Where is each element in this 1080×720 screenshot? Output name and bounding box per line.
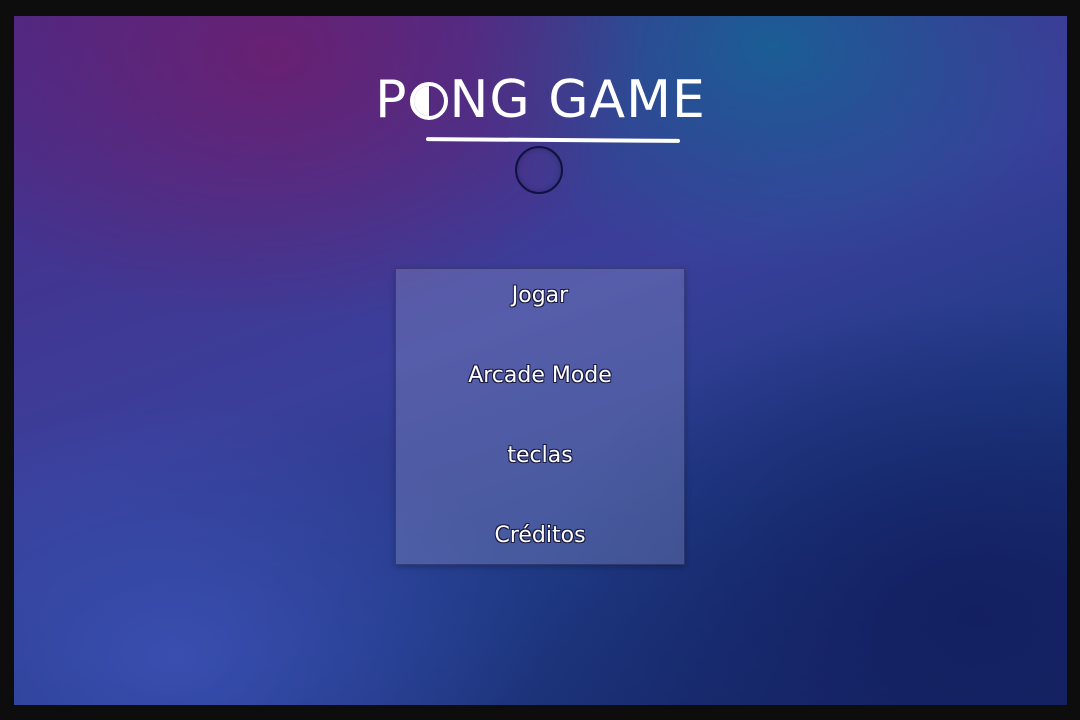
menu-item-creditos[interactable]: Créditos: [396, 516, 684, 556]
title-text-end: NG GAME: [449, 70, 706, 130]
title-text-start: P: [375, 70, 408, 130]
menu-item-arcade-mode[interactable]: Arcade Mode: [396, 356, 684, 396]
game-title: P NG GAME: [14, 68, 1067, 132]
title-underline: [425, 137, 681, 143]
menu-item-jogar[interactable]: Jogar: [396, 276, 684, 316]
pong-ball-icon: [409, 82, 448, 120]
menu-item-teclas[interactable]: teclas: [396, 436, 684, 476]
ball-ring-icon: [515, 146, 563, 194]
game-screen: P NG GAME Jogar Arcade Mode teclas Crédit…: [14, 16, 1067, 705]
main-menu: Jogar Arcade Mode teclas Créditos: [395, 268, 685, 565]
